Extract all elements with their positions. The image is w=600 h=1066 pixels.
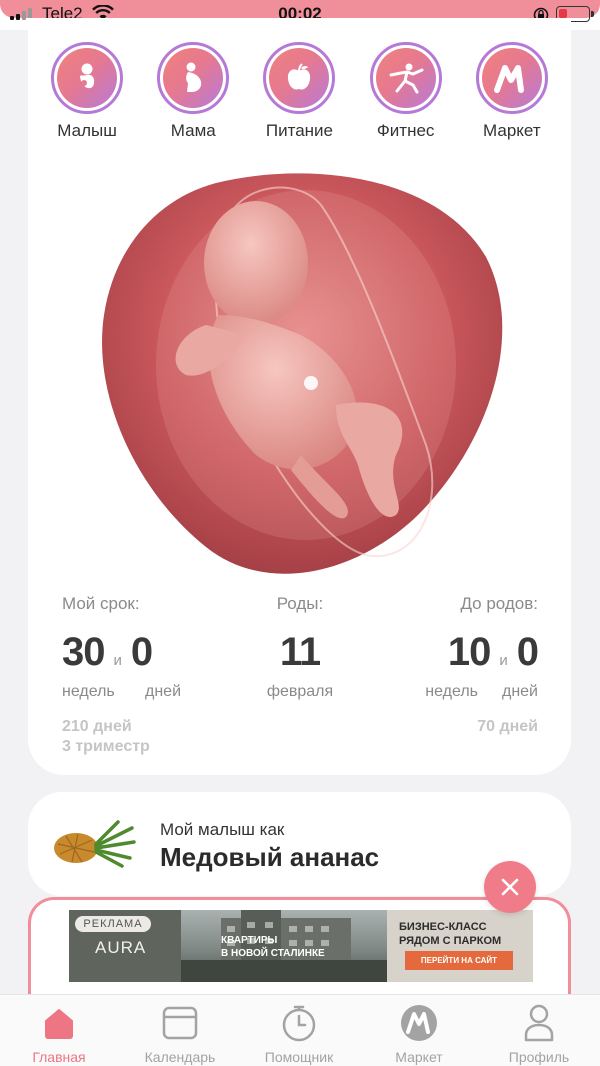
- category-baby[interactable]: Малыш: [37, 42, 137, 141]
- tab-label: Помощник: [264, 1049, 334, 1065]
- close-ad-button[interactable]: [484, 861, 536, 913]
- market-icon: [493, 65, 524, 93]
- due-label: Роды:: [276, 594, 324, 613]
- ad-cta-button[interactable]: ПЕРЕЙТИ НА САЙТ: [405, 951, 513, 970]
- ad-tag: РЕКЛАМА: [75, 916, 151, 932]
- close-icon: [501, 878, 519, 896]
- stopwatch-icon: [282, 1005, 316, 1042]
- profile-icon: [524, 1004, 554, 1042]
- remaining-block: До родов: 10 и 0 недель дней 70 дней: [412, 594, 539, 737]
- baby-icon: [80, 63, 95, 89]
- category-nutrition[interactable]: Питание: [249, 42, 349, 141]
- tab-profile[interactable]: Профиль: [484, 1003, 594, 1065]
- due-date-block: Роды: 11 февраля: [250, 594, 350, 703]
- term-weeks: 30: [62, 630, 105, 674]
- pineapple-icon: [54, 820, 136, 868]
- category-label: Мама: [170, 121, 216, 140]
- remaining-label: До родов:: [460, 594, 538, 613]
- ad-container: РЕКЛАМА AURA КВАРТИРЫ В НОВОЙ СТАЛИНКЕ Б…: [28, 897, 571, 1007]
- calendar-icon: [162, 1006, 198, 1040]
- remaining-days: 0: [516, 630, 539, 674]
- category-label: Маркет: [483, 121, 541, 140]
- conjunction-label: и: [113, 652, 122, 669]
- fruit-name: Медовый ананас: [160, 842, 380, 872]
- tab-bar: Главная Календарь Помощник Маркет Профил…: [0, 994, 600, 1066]
- tab-assistant[interactable]: Помощник: [244, 1003, 354, 1065]
- fruit-subtitle: Мой малыш как: [160, 820, 285, 839]
- days-unit: дней: [145, 683, 182, 700]
- ad-banner[interactable]: РЕКЛАМА AURA КВАРТИРЫ В НОВОЙ СТАЛИНКЕ Б…: [69, 910, 533, 982]
- tab-market[interactable]: Маркет: [364, 1003, 474, 1065]
- remaining-total-days: 70 дней: [477, 718, 538, 735]
- fitness-icon: [389, 63, 424, 94]
- ad-headline: РЯДОМ С ПАРКОМ: [399, 935, 502, 947]
- term-label: Мой срок:: [62, 594, 140, 613]
- tab-label: Главная: [32, 1049, 86, 1065]
- tab-label: Календарь: [144, 1049, 216, 1065]
- category-mom[interactable]: Мама: [143, 42, 243, 141]
- fetus-illustration: [102, 173, 503, 574]
- ad-brand: AURA: [95, 938, 147, 957]
- tab-label: Маркет: [395, 1049, 443, 1065]
- remaining-weeks: 10: [447, 630, 491, 674]
- ad-photo-text: В НОВОЙ СТАЛИНКЕ: [221, 948, 325, 959]
- category-label: Малыш: [57, 121, 117, 140]
- category-fitness[interactable]: Фитнес: [356, 42, 456, 141]
- term-block: Мой срок: 30 и 0 недель дней 210 дней 3 …: [62, 594, 212, 757]
- term-days: 0: [130, 630, 153, 674]
- ad-headline: БИЗНЕС-КЛАСС: [399, 921, 487, 933]
- category-label: Питание: [265, 121, 334, 140]
- category-market[interactable]: Маркет: [462, 42, 562, 141]
- tab-home[interactable]: Главная: [4, 1003, 114, 1065]
- pregnancy-stats: Мой срок: 30 и 0 недель дней 210 дней 3 …: [62, 594, 539, 757]
- term-total-days: 210 дней: [62, 718, 132, 735]
- tab-label: Профиль: [508, 1049, 570, 1065]
- due-day: 11: [279, 630, 321, 674]
- home-icon: [45, 1009, 73, 1039]
- conjunction-label: и: [499, 652, 508, 669]
- mom-icon: [186, 62, 202, 92]
- tab-calendar[interactable]: Календарь: [125, 1003, 235, 1065]
- category-label: Фитнес: [376, 121, 435, 140]
- weeks-unit: недель: [62, 683, 115, 700]
- trimester-label: 3 триместр: [62, 738, 150, 755]
- category-row: Малыш Мама Питание Фитнес Маркет: [28, 42, 571, 141]
- due-month: февраля: [266, 683, 334, 700]
- market-icon: [401, 1005, 437, 1041]
- days-unit: дней: [501, 683, 538, 700]
- pregnancy-card: Малыш Мама Питание Фитнес Маркет Мой сро…: [28, 18, 571, 775]
- weeks-unit: недель: [425, 683, 478, 700]
- apple-icon: [288, 63, 311, 90]
- ad-photo-text: КВАРТИРЫ: [221, 935, 278, 946]
